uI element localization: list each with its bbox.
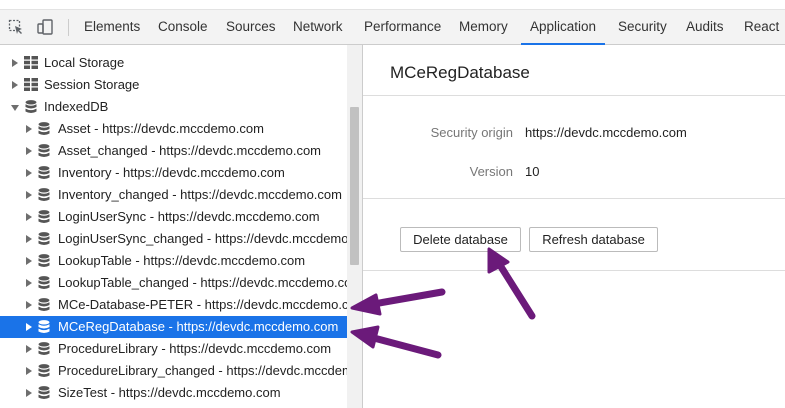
divider — [363, 270, 785, 271]
database-label: LookupTable - https://devdc.mccdemo.com — [58, 253, 306, 268]
database-label: ProcedureLibrary_changed - https://devdc… — [58, 363, 347, 378]
database-label: MCe-Database-PETER - https://devdc.mccde… — [58, 297, 347, 312]
database-label: SizeTest - https://devdc.mccdemo.com — [58, 385, 281, 400]
delete-database-button[interactable]: Delete database — [400, 227, 521, 252]
database-icon — [38, 342, 50, 359]
expand-arrow-icon[interactable] — [26, 279, 32, 287]
inspect-element-icon[interactable] — [4, 10, 28, 44]
database-label: Asset - https://devdc.mccdemo.com — [58, 121, 264, 136]
tab-network[interactable]: Network — [293, 10, 343, 44]
divider — [363, 95, 785, 96]
application-sidebar: Local Storage Session Storage IndexedDB … — [0, 45, 363, 408]
expand-arrow-icon[interactable] — [26, 191, 32, 199]
database-icon — [38, 276, 50, 293]
database-icon — [38, 144, 50, 161]
database-icon — [38, 254, 50, 271]
sidebar-item-label: IndexedDB — [44, 99, 109, 114]
database-icon — [38, 320, 50, 337]
database-label: MCeRegDatabase - https://devdc.mccdemo.c… — [58, 319, 339, 334]
storage-grid-icon — [24, 78, 38, 94]
refresh-database-button[interactable]: Refresh database — [529, 227, 658, 252]
expand-arrow-icon[interactable] — [26, 323, 32, 331]
database-label: Inventory - https://devdc.mccdemo.com — [58, 165, 285, 180]
database-label: LoginUserSync - https://devdc.mccdemo.co… — [58, 209, 320, 224]
sidebar-scrollbar[interactable] — [347, 45, 362, 408]
database-item[interactable]: ProcedureLibrary_changed - https://devdc… — [0, 360, 347, 382]
toolbar-separator — [68, 19, 69, 36]
database-item[interactable]: LookupTable_changed - https://devdc.mccd… — [0, 272, 347, 294]
sidebar-item-label: Local Storage — [44, 55, 125, 70]
expand-arrow-icon[interactable] — [26, 367, 32, 375]
version-label: Version — [469, 164, 513, 179]
security-origin-value: https://devdc.mccdemo.com — [525, 125, 687, 140]
database-details-panel: MCeRegDatabase Security origin https://d… — [363, 45, 785, 408]
database-label: Inventory_changed - https://devdc.mccdem… — [58, 187, 342, 202]
database-icon — [38, 122, 50, 139]
expand-arrow-icon[interactable] — [26, 301, 32, 309]
sidebar-item-local-storage[interactable]: Local Storage — [0, 52, 347, 74]
devtools-toolbar: Elements Console Sources Network Perform… — [0, 10, 785, 45]
database-item[interactable]: Asset - https://devdc.mccdemo.com — [0, 118, 347, 140]
storage-grid-icon — [24, 56, 38, 72]
expand-arrow-icon[interactable] — [26, 125, 32, 133]
device-toolbar-icon[interactable] — [34, 10, 58, 44]
expand-arrow-icon[interactable] — [12, 59, 18, 67]
tab-memory[interactable]: Memory — [459, 10, 508, 44]
database-icon — [25, 100, 37, 117]
database-item[interactable]: Inventory - https://devdc.mccdemo.com — [0, 162, 347, 184]
sidebar-item-indexeddb[interactable]: IndexedDB — [0, 96, 347, 118]
database-icon — [38, 166, 50, 183]
database-label: LoginUserSync_changed - https://devdc.mc… — [58, 231, 347, 246]
database-item[interactable]: LoginUserSync_changed - https://devdc.mc… — [0, 228, 347, 250]
database-item[interactable]: Inventory_changed - https://devdc.mccdem… — [0, 184, 347, 206]
database-item[interactable]: LookupTable - https://devdc.mccdemo.com — [0, 250, 347, 272]
database-icon — [38, 232, 50, 249]
database-title: MCeRegDatabase — [390, 63, 530, 82]
expand-arrow-icon[interactable] — [26, 389, 32, 397]
database-icon — [38, 298, 50, 315]
database-item[interactable]: ProcedureLibrary - https://devdc.mccdemo… — [0, 338, 347, 360]
tab-elements[interactable]: Elements — [84, 10, 140, 44]
database-icon — [38, 386, 50, 403]
collapse-arrow-icon[interactable] — [11, 105, 19, 111]
divider — [363, 198, 785, 199]
expand-arrow-icon[interactable] — [26, 169, 32, 177]
window-top-strip — [0, 0, 785, 10]
database-label: LookupTable_changed - https://devdc.mccd… — [58, 275, 347, 290]
tab-application[interactable]: Application — [520, 10, 606, 45]
database-item-selected[interactable]: MCeRegDatabase - https://devdc.mccdemo.c… — [0, 316, 347, 338]
tab-react[interactable]: React — [744, 10, 779, 44]
database-icon — [38, 364, 50, 381]
database-label: ProcedureLibrary - https://devdc.mccdemo… — [58, 341, 332, 356]
database-item[interactable]: LoginUserSync - https://devdc.mccdemo.co… — [0, 206, 347, 228]
scrollbar-thumb[interactable] — [350, 107, 359, 265]
expand-arrow-icon[interactable] — [26, 147, 32, 155]
expand-arrow-icon[interactable] — [26, 235, 32, 243]
expand-arrow-icon[interactable] — [26, 213, 32, 221]
database-item[interactable]: SizeTest - https://devdc.mccdemo.com — [0, 382, 347, 404]
expand-arrow-icon[interactable] — [26, 257, 32, 265]
security-origin-label: Security origin — [430, 125, 513, 140]
database-icon — [38, 210, 50, 227]
database-item[interactable]: MCe-Database-PETER - https://devdc.mccde… — [0, 294, 347, 316]
database-label: Asset_changed - https://devdc.mccdemo.co… — [58, 143, 322, 158]
sidebar-item-session-storage[interactable]: Session Storage — [0, 74, 347, 96]
tab-audits[interactable]: Audits — [686, 10, 724, 44]
expand-arrow-icon[interactable] — [26, 345, 32, 353]
expand-arrow-icon[interactable] — [12, 81, 18, 89]
sidebar-item-label: Session Storage — [44, 77, 140, 92]
tab-sources[interactable]: Sources — [226, 10, 276, 44]
tab-security[interactable]: Security — [618, 10, 667, 44]
tab-performance[interactable]: Performance — [364, 10, 441, 44]
database-icon — [38, 188, 50, 205]
version-value: 10 — [525, 164, 540, 179]
tab-console[interactable]: Console — [158, 10, 208, 44]
database-item[interactable]: Asset_changed - https://devdc.mccdemo.co… — [0, 140, 347, 162]
